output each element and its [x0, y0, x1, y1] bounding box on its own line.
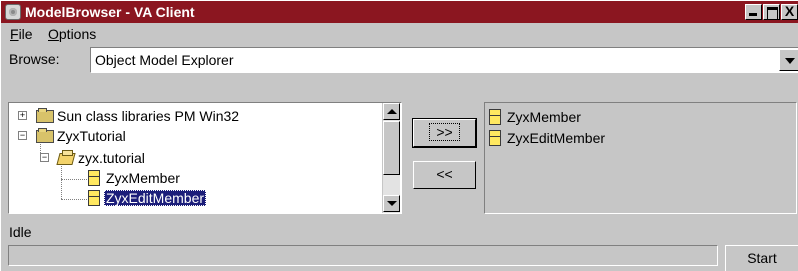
class-icon	[88, 170, 100, 186]
menu-options-mnemonic: O	[48, 26, 59, 42]
tree-item-label: ZyxMember	[106, 170, 180, 186]
tree-item-label: zyx.tutorial	[78, 150, 145, 166]
collapse-minus-icon[interactable]: −	[40, 153, 49, 162]
list-item-label: ZyxMember	[507, 109, 581, 125]
menu-bar: File Options	[1, 23, 798, 44]
add-button-label: >>	[429, 123, 460, 141]
class-icon	[489, 130, 501, 146]
tree-vertical-scrollbar[interactable]	[382, 103, 400, 213]
progress-bar	[8, 245, 718, 266]
add-to-selection-button[interactable]: >>	[412, 118, 477, 148]
status-text: Idle	[9, 224, 32, 240]
menu-options-label: ptions	[58, 26, 97, 42]
class-icon	[489, 109, 501, 125]
tree-item-zyxtutorial[interactable]: − ZyxTutorial	[9, 127, 379, 147]
model-browser-window: ModelBrowser - VA Client X File Options …	[0, 0, 798, 271]
tree-item-label: Sun class libraries PM Win32	[57, 108, 240, 124]
tree-item-zyxeditmember[interactable]: ZyxEditMember	[9, 189, 379, 209]
menu-file-label: ile	[18, 26, 33, 42]
tree-item-sun-class-libraries[interactable]: + Sun class libraries PM Win32	[9, 107, 379, 127]
remove-from-selection-button[interactable]: <<	[413, 161, 476, 189]
tree-item-zyxmember[interactable]: ZyxMember	[9, 169, 379, 189]
menu-file-mnemonic: F	[10, 26, 19, 42]
tree-item-zyx-tutorial-package[interactable]: − zyx.tutorial	[9, 149, 379, 169]
scroll-up-arrow-icon[interactable]	[383, 103, 400, 120]
chevron-down-icon[interactable]	[779, 49, 798, 71]
collapse-minus-icon[interactable]: −	[18, 131, 27, 140]
start-button[interactable]: Start	[725, 245, 798, 271]
expand-plus-icon[interactable]: +	[18, 111, 27, 120]
browse-dropdown[interactable]: Object Model Explorer	[90, 47, 798, 73]
folder-icon	[36, 128, 54, 143]
list-item-label: ZyxEditMember	[507, 130, 606, 146]
model-tree[interactable]: + Sun class libraries PM Win32 − ZyxTuto…	[8, 102, 402, 214]
tree-item-label-selected: ZyxEditMember	[104, 190, 207, 206]
browse-label: Browse:	[9, 51, 60, 67]
menu-options[interactable]: Options	[48, 26, 96, 42]
app-gear-icon[interactable]	[5, 4, 21, 20]
title-bar[interactable]: ModelBrowser - VA Client X	[1, 1, 798, 23]
selected-classes-list[interactable]: ZyxMember ZyxEditMember	[484, 102, 797, 214]
minimize-button[interactable]	[745, 4, 762, 20]
tree-item-label: ZyxTutorial	[57, 128, 126, 144]
scrollbar-thumb[interactable]	[383, 121, 400, 175]
browse-selected-value: Object Model Explorer	[95, 52, 234, 68]
close-button[interactable]: X	[781, 4, 798, 20]
window-title: ModelBrowser - VA Client	[25, 4, 195, 20]
menu-file[interactable]: File	[10, 26, 33, 42]
folder-icon	[36, 108, 54, 123]
maximize-button[interactable]	[763, 4, 780, 20]
class-icon	[88, 190, 100, 206]
package-icon	[56, 150, 74, 164]
scroll-down-arrow-icon[interactable]	[383, 195, 400, 212]
